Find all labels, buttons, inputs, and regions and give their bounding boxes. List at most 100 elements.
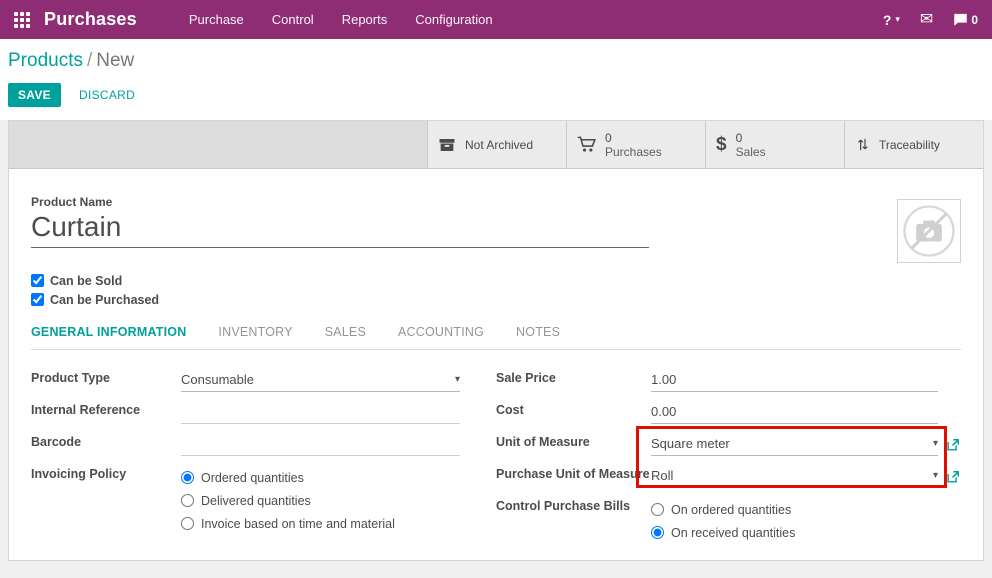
radio-delivered-quantities-row: Delivered quantities bbox=[181, 489, 395, 512]
chat-bubble-icon bbox=[953, 12, 968, 27]
can-be-sold-checkbox[interactable] bbox=[31, 274, 44, 287]
unit-of-measure-label: Unit of Measure bbox=[496, 432, 651, 456]
save-button[interactable]: SAVE bbox=[8, 83, 61, 107]
unit-of-measure-row: Unit of Measure Square meter ▾ bbox=[496, 432, 961, 456]
control-bills-row: Control Purchase Bills On ordered quanti… bbox=[496, 496, 961, 544]
can-be-purchased-row: Can be Purchased bbox=[31, 290, 961, 309]
external-link-icon[interactable] bbox=[946, 438, 961, 456]
unit-of-measure-select[interactable]: Square meter ▾ bbox=[651, 434, 938, 456]
stat-button-archived[interactable]: Not Archived bbox=[427, 121, 566, 168]
form-right-column: Sale Price 1.00 Cost 0.00 bbox=[496, 368, 961, 552]
apps-menu-icon[interactable] bbox=[14, 12, 30, 28]
app-title[interactable]: Purchases bbox=[44, 9, 137, 30]
purchase-uom-value: Roll bbox=[651, 468, 673, 483]
product-name-input[interactable] bbox=[31, 209, 649, 248]
purchase-uom-label: Purchase Unit of Measure bbox=[496, 464, 651, 488]
cart-icon bbox=[577, 135, 596, 154]
menu-item-purchase[interactable]: Purchase bbox=[189, 12, 244, 27]
discard-button[interactable]: DISCARD bbox=[77, 83, 137, 107]
menu-item-reports[interactable]: Reports bbox=[342, 12, 388, 27]
tab-sales[interactable]: SALES bbox=[325, 325, 366, 339]
dropdown-caret-icon: ▾ bbox=[933, 438, 938, 449]
tab-general-information[interactable]: GENERAL INFORMATION bbox=[31, 325, 186, 339]
radio-on-ordered-row: On ordered quantities bbox=[651, 498, 795, 521]
sale-price-value: 1.00 bbox=[651, 372, 676, 387]
radio-delivered-quantities[interactable] bbox=[181, 494, 194, 507]
sales-count: 0 bbox=[736, 131, 766, 145]
sales-label: Sales bbox=[736, 145, 766, 159]
product-type-select[interactable]: Consumable ▾ bbox=[181, 370, 460, 392]
internal-reference-label: Internal Reference bbox=[31, 400, 181, 424]
help-menu[interactable]: ? ▾ bbox=[883, 12, 900, 28]
dropdown-caret-icon: ▾ bbox=[455, 374, 460, 385]
can-be-sold-label: Can be Sold bbox=[50, 274, 122, 288]
dropdown-caret-icon: ▾ bbox=[933, 470, 938, 481]
sale-purchase-toggles: Can be Sold Can be Purchased bbox=[31, 271, 961, 309]
sale-price-row: Sale Price 1.00 bbox=[496, 368, 961, 392]
control-bills-options: On ordered quantities On received quanti… bbox=[651, 496, 795, 544]
radio-time-material-row: Invoice based on time and material bbox=[181, 512, 395, 535]
radio-on-received-row: On received quantities bbox=[651, 521, 795, 544]
cost-input[interactable]: 0.00 bbox=[651, 402, 938, 424]
product-name-block: Product Name bbox=[31, 195, 649, 263]
traceability-label: Traceability bbox=[879, 138, 940, 152]
topbar-right: ? ▾ ✉ 0 bbox=[883, 12, 978, 28]
breadcrumb-separator: / bbox=[87, 50, 92, 71]
stat-button-traceability[interactable]: Traceability bbox=[844, 121, 983, 168]
content-area: Not Archived 0 Purchases $ 0 Sales bbox=[0, 120, 992, 578]
product-type-label: Product Type bbox=[31, 368, 181, 392]
sale-price-input[interactable]: 1.00 bbox=[651, 370, 938, 392]
product-type-value: Consumable bbox=[181, 372, 254, 387]
product-type-row: Product Type Consumable ▾ bbox=[31, 368, 460, 392]
radio-ordered-quantities[interactable] bbox=[181, 471, 194, 484]
chevron-down-icon: ▾ bbox=[895, 14, 900, 25]
main-menu: Purchase Control Reports Configuration bbox=[189, 12, 493, 27]
tab-inventory[interactable]: INVENTORY bbox=[218, 325, 292, 339]
radio-ordered-quantities-row: Ordered quantities bbox=[181, 466, 395, 489]
invoicing-policy-row: Invoicing Policy Ordered quantities Deli… bbox=[31, 464, 460, 535]
cost-row: Cost 0.00 bbox=[496, 400, 961, 424]
purchase-uom-row: Purchase Unit of Measure Roll ▾ bbox=[496, 464, 961, 488]
breadcrumb-products[interactable]: Products bbox=[8, 50, 83, 71]
internal-reference-row: Internal Reference bbox=[31, 400, 460, 424]
form-action-buttons: SAVE DISCARD bbox=[8, 83, 984, 107]
form-left-column: Product Type Consumable ▾ Internal Refer… bbox=[31, 368, 496, 552]
cost-value: 0.00 bbox=[651, 404, 676, 419]
invoicing-policy-label: Invoicing Policy bbox=[31, 464, 181, 535]
menu-item-configuration[interactable]: Configuration bbox=[415, 12, 492, 27]
stat-button-purchases[interactable]: 0 Purchases bbox=[566, 121, 705, 168]
radio-on-received-quantities[interactable] bbox=[651, 526, 664, 539]
tab-notes[interactable]: NOTES bbox=[516, 325, 560, 339]
purchases-count: 0 bbox=[605, 131, 662, 145]
cost-label: Cost bbox=[496, 400, 651, 424]
top-navbar: Purchases Purchase Control Reports Confi… bbox=[0, 0, 992, 39]
chatter-button[interactable]: 0 bbox=[953, 12, 978, 27]
menu-item-control[interactable]: Control bbox=[272, 12, 314, 27]
radio-on-ordered-quantities[interactable] bbox=[651, 503, 664, 516]
messages-icon[interactable]: ✉ bbox=[920, 12, 933, 28]
header-strip bbox=[9, 121, 427, 168]
tab-accounting[interactable]: ACCOUNTING bbox=[398, 325, 484, 339]
can-be-purchased-checkbox[interactable] bbox=[31, 293, 44, 306]
barcode-input[interactable] bbox=[181, 434, 460, 456]
invoicing-policy-options: Ordered quantities Delivered quantities … bbox=[181, 464, 395, 535]
unit-of-measure-value: Square meter bbox=[651, 436, 730, 451]
notebook-tabs: GENERAL INFORMATION INVENTORY SALES ACCO… bbox=[31, 325, 961, 350]
stat-button-sales[interactable]: $ 0 Sales bbox=[705, 121, 844, 168]
chat-count: 0 bbox=[971, 13, 978, 27]
external-link-icon[interactable] bbox=[946, 470, 961, 488]
product-image-placeholder[interactable] bbox=[897, 199, 961, 263]
stat-button-box: Not Archived 0 Purchases $ 0 Sales bbox=[9, 121, 983, 169]
camera-icon bbox=[901, 203, 957, 259]
breadcrumb-current: New bbox=[96, 50, 134, 71]
dollar-icon: $ bbox=[716, 134, 727, 156]
internal-reference-input[interactable] bbox=[181, 402, 460, 424]
radio-time-material[interactable] bbox=[181, 517, 194, 530]
uom-fields-group: Unit of Measure Square meter ▾ bbox=[496, 432, 961, 488]
product-name-label: Product Name bbox=[31, 195, 649, 209]
traceability-arrows-icon bbox=[855, 136, 870, 153]
purchase-uom-select[interactable]: Roll ▾ bbox=[651, 466, 938, 488]
breadcrumb: Products/New bbox=[8, 50, 984, 72]
control-panel: Products/New SAVE DISCARD bbox=[0, 39, 992, 120]
control-bills-label: Control Purchase Bills bbox=[496, 496, 651, 544]
